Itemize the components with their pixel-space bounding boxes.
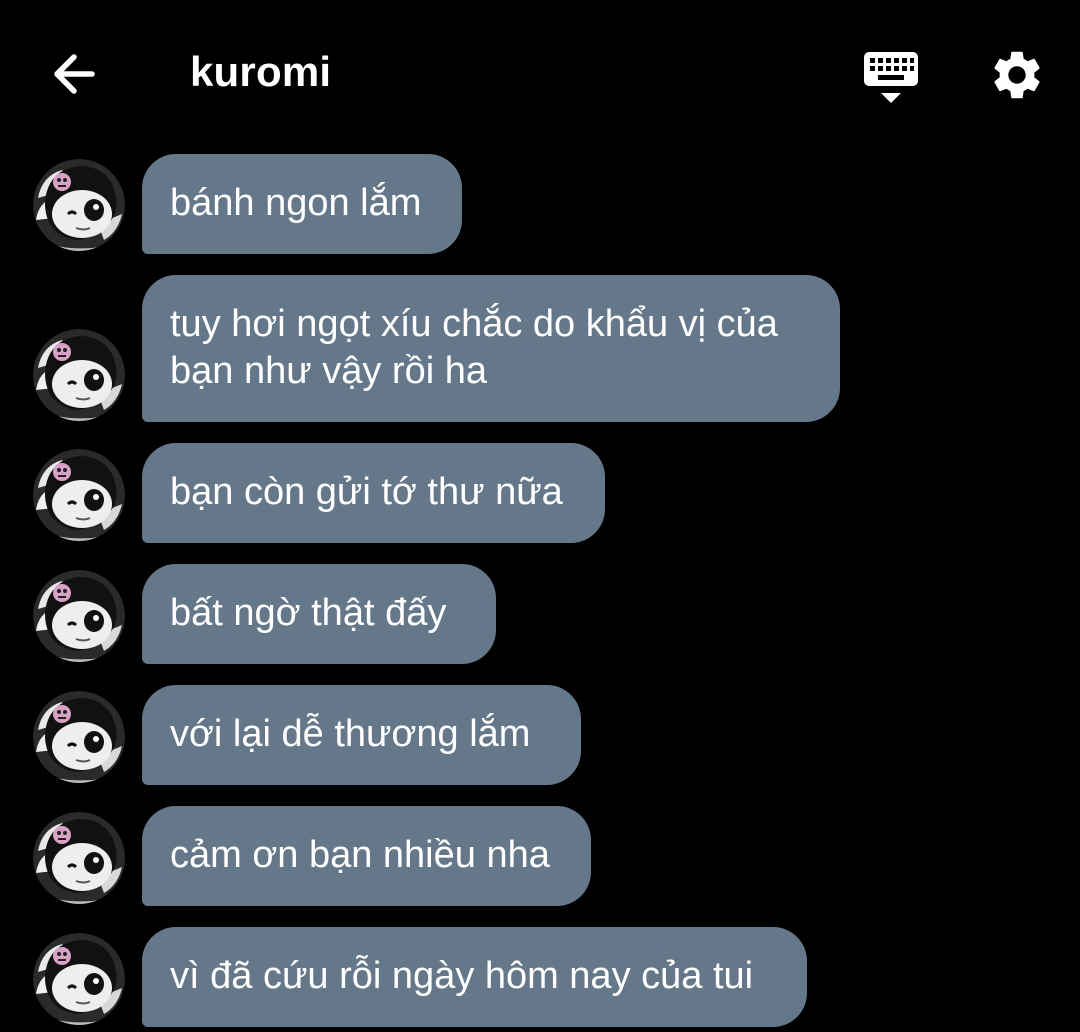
message-bubble[interactable]: cảm ơn bạn nhiều nha [142, 806, 591, 906]
avatar[interactable] [32, 690, 126, 784]
message-text: tuy hơi ngọt xíu chắc do khẩu vị của bạn… [170, 303, 778, 392]
message-text: bất ngờ thật đấy [170, 592, 447, 634]
message-text: vì đã cứu rỗi ngày hôm nay của tui [170, 955, 754, 997]
message-bubble[interactable]: tuy hơi ngọt xíu chắc do khẩu vị của bạn… [142, 275, 840, 422]
avatar[interactable] [32, 569, 126, 663]
message-list[interactable]: bánh ngon lắm tuy hơi ngọt xíu chắc do k… [0, 0, 1080, 1032]
message-bubble[interactable]: bánh ngon lắm [142, 154, 462, 254]
message-bubble[interactable]: vì đã cứu rỗi ngày hôm nay của tui [142, 927, 807, 1027]
message-bubble[interactable]: với lại dễ thương lắm [142, 685, 581, 785]
message-text: bánh ngon lắm [170, 182, 422, 224]
avatar[interactable] [32, 448, 126, 542]
message-text: bạn còn gửi tớ thư nữa [170, 471, 563, 513]
message-bubble[interactable]: bạn còn gửi tớ thư nữa [142, 443, 605, 543]
avatar[interactable] [32, 932, 126, 1026]
message-bubble[interactable]: bất ngờ thật đấy [142, 564, 496, 664]
avatar[interactable] [32, 811, 126, 905]
avatar[interactable] [32, 158, 126, 252]
message-text: cảm ơn bạn nhiều nha [170, 834, 550, 876]
avatar[interactable] [32, 328, 126, 422]
message-text: với lại dễ thương lắm [170, 713, 531, 755]
